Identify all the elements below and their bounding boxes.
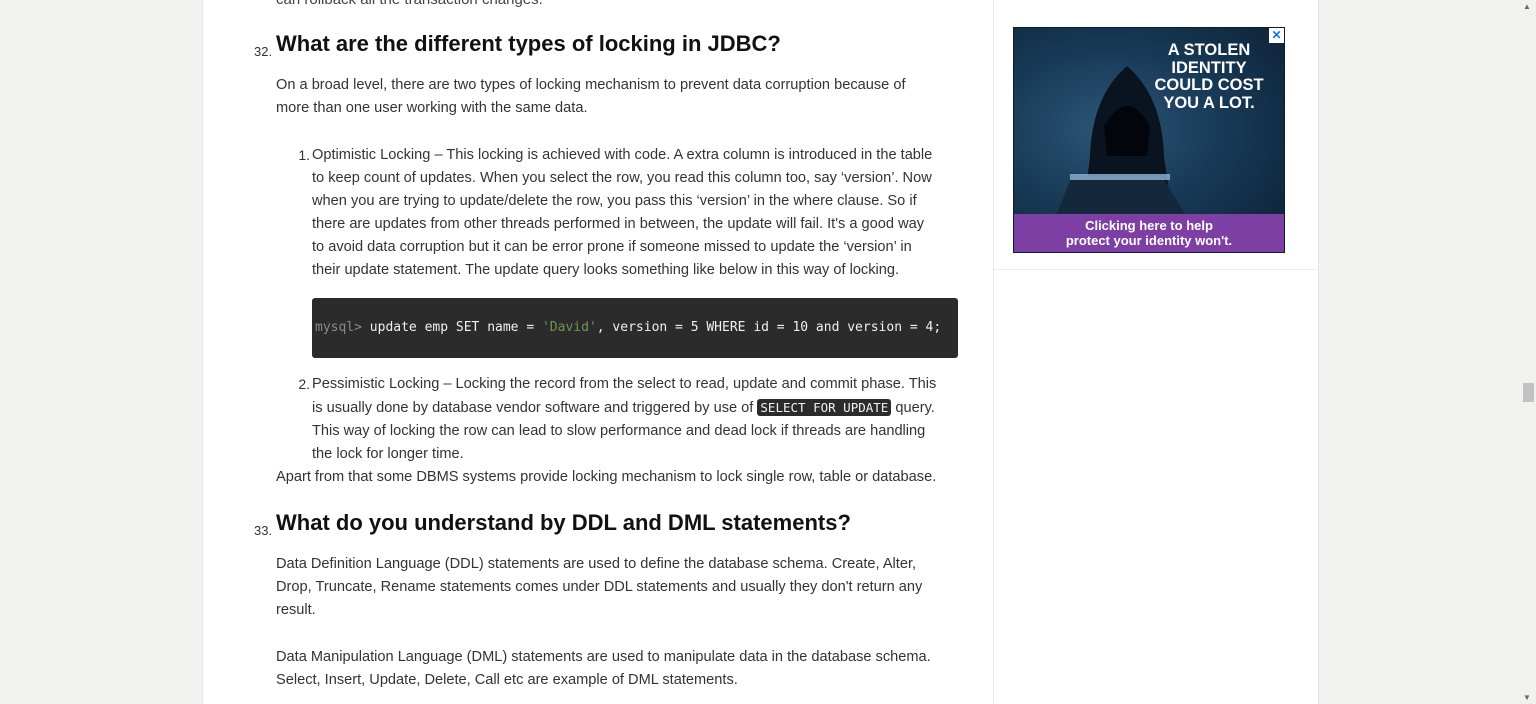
ad-cta-line: protect your identity won't.: [1065, 233, 1233, 248]
text-line: there are updates from other threads per…: [312, 216, 925, 232]
sidebar-separator: [994, 269, 1318, 270]
code-block[interactable]: mysql> update emp SET name = 'David', ve…: [312, 298, 958, 358]
ad-headline: A STOLEN IDENTITY COULD COST YOU A LOT.: [1134, 41, 1284, 112]
list-number: 2.: [298, 376, 310, 392]
ad-headline-line: COULD COST: [1154, 76, 1264, 94]
text-line: to keep count of updates. When you selec…: [312, 170, 932, 186]
text-line: Select, Insert, Update, Delete, Call etc…: [276, 672, 738, 688]
inline-code: SELECT FOR UPDATE: [757, 399, 892, 416]
close-icon[interactable]: ✕: [1269, 28, 1284, 43]
code-string: 'David': [541, 320, 597, 335]
text-line: On a broad level, there are two types of…: [276, 77, 906, 93]
list-item-text: Pessimistic Locking – Locking the record…: [312, 373, 960, 466]
text-line: is usually done by database vendor softw…: [312, 400, 758, 416]
ad-cta-line: Clicking here to help: [1085, 218, 1213, 233]
ad-cta-text: Clicking here to help protect your ident…: [1066, 218, 1232, 248]
text-line: to avoid data corruption but it can be e…: [312, 239, 912, 255]
sidebar-divider: [993, 0, 994, 704]
ad-headline-line: YOU A LOT.: [1163, 93, 1255, 112]
question-number: 32.: [254, 44, 273, 59]
sidebar-advertisement[interactable]: A STOLEN IDENTITY COULD COST YOU A LOT. …: [1013, 27, 1285, 253]
code-text: , version = 5 WHERE id = 10 and version …: [596, 320, 942, 335]
text-line: Drop, Truncate, Rename statements comes …: [276, 579, 923, 595]
code-prompt: mysql>: [315, 320, 362, 335]
text-line: This way of locking the row can lead to …: [312, 423, 926, 439]
previous-paragraph-tail: can rollback all the transaction changes…: [276, 0, 543, 8]
text-line: Pessimistic Locking – Locking the record…: [312, 376, 937, 392]
ad-cta[interactable]: Clicking here to help protect your ident…: [1014, 214, 1284, 252]
text-line: result.: [276, 602, 316, 618]
q32-outro: Apart from that some DBMS systems provid…: [276, 469, 937, 485]
vertical-scrollbar[interactable]: ▲ ▼: [1519, 0, 1536, 704]
code-text: update emp SET name =: [361, 320, 542, 335]
question-title: What are the different types of locking …: [276, 31, 781, 56]
q33-dml-paragraph: Data Manipulation Language (DML) stateme…: [276, 646, 966, 692]
list-item-text: Optimistic Locking – This locking is ach…: [312, 144, 960, 282]
text-line: the lock for longer time.: [312, 446, 464, 462]
ad-headline-line: IDENTITY: [1171, 58, 1247, 77]
question-number: 33.: [254, 523, 273, 538]
text-line: Optimistic Locking – This locking is ach…: [312, 147, 933, 163]
scrollbar-thumb[interactable]: [1523, 383, 1534, 402]
scroll-down-icon[interactable]: ▼: [1523, 693, 1531, 702]
list-number: 1.: [298, 147, 310, 163]
q32-intro: On a broad level, there are two types of…: [276, 74, 966, 120]
question-title: What do you understand by DDL and DML st…: [276, 510, 851, 535]
text-line: query.: [891, 400, 935, 416]
scroll-up-icon[interactable]: ▲: [1523, 2, 1531, 11]
ad-headline-line: A STOLEN: [1167, 41, 1251, 59]
q33-ddl-paragraph: Data Definition Language (DDL) statement…: [276, 553, 966, 622]
text-line: more than one user working with the same…: [276, 100, 588, 116]
text-line: their update statement. The update query…: [312, 262, 900, 278]
text-line: when you are trying to update/delete the…: [312, 193, 917, 209]
text-line: Data Definition Language (DDL) statement…: [276, 556, 917, 572]
text-line: Data Manipulation Language (DML) stateme…: [276, 649, 931, 665]
page-container: can rollback all the transaction changes…: [202, 0, 1319, 704]
